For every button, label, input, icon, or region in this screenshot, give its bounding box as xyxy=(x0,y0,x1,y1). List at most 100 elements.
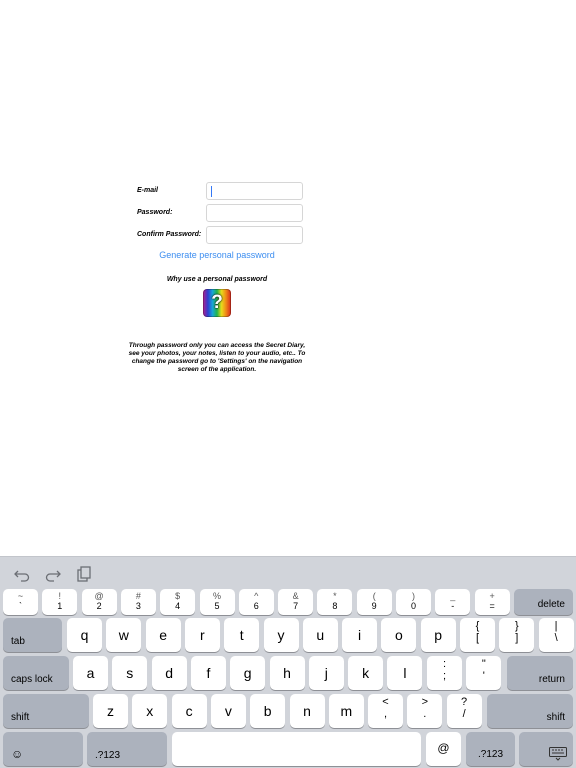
caps-lock-key[interactable]: caps lock xyxy=(3,656,69,690)
question-mark-glyph: ? xyxy=(211,292,223,313)
letter-key-t[interactable]: t xyxy=(224,618,260,652)
letter-key-n[interactable]: n xyxy=(289,694,325,728)
shift-left-key-label: shift xyxy=(11,712,30,723)
number-key-5[interactable]: % 5 xyxy=(199,589,235,615)
symbol-key-1[interactable]: }] xyxy=(499,618,535,652)
symbol-key-2[interactable]: | \ xyxy=(538,618,574,652)
redo-icon[interactable] xyxy=(45,566,61,582)
number-key-4[interactable]: $4 xyxy=(160,589,196,615)
at-key-label: @ xyxy=(437,741,450,755)
number-key-shift-label: % xyxy=(212,591,221,601)
at-key[interactable]: @ xyxy=(426,732,461,766)
number-key-label: 1 xyxy=(57,601,63,611)
letter-key-i[interactable]: i xyxy=(342,618,378,652)
letter-key-o[interactable]: o xyxy=(381,618,417,652)
letter-key-label: n xyxy=(303,703,311,719)
letter-key-v[interactable]: v xyxy=(210,694,246,728)
space-bar[interactable] xyxy=(172,732,421,766)
letter-key-b[interactable]: b xyxy=(250,694,286,728)
letter-key-q[interactable]: q xyxy=(67,618,102,652)
letter-key-j[interactable]: j xyxy=(308,656,344,690)
letter-key-label: t xyxy=(239,627,244,643)
emoji-key[interactable]: ☺ xyxy=(3,732,83,766)
letter-key-c[interactable]: c xyxy=(171,694,207,728)
letter-key-y[interactable]: y xyxy=(263,618,299,652)
shift-right-key[interactable]: shift xyxy=(487,694,573,728)
generate-password-link[interactable]: Generate personal password xyxy=(0,250,434,260)
letter-key-s[interactable]: s xyxy=(112,656,148,690)
email-field[interactable] xyxy=(206,182,303,200)
onscreen-keyboard: ~ `! 1 @2 #3 $4% 5 ^ 6 & 7 * 8(9) 0 _ - + = delete tab qw… xyxy=(0,556,576,768)
letter-key-label: z xyxy=(107,703,114,719)
return-key[interactable]: return xyxy=(507,656,573,690)
letter-key-h[interactable]: h xyxy=(269,656,305,690)
letter-key-u[interactable]: u xyxy=(302,618,338,652)
symbol-key-r4-1[interactable]: >. xyxy=(407,694,443,728)
symbol-key-shift-label: < xyxy=(382,696,389,708)
number-key-3[interactable]: #3 xyxy=(120,589,156,615)
paste-icon[interactable] xyxy=(76,566,92,582)
letter-key-f[interactable]: f xyxy=(190,656,226,690)
letter-key-l[interactable]: l xyxy=(387,656,423,690)
number-key-label: ` xyxy=(19,601,22,611)
symbol-key-r3-1[interactable]: " ' xyxy=(466,656,502,690)
caps-lock-key-label: caps lock xyxy=(11,674,53,685)
number-key-10[interactable]: ) 0 xyxy=(396,589,431,615)
symbol-key-r3-0[interactable]: :; xyxy=(427,656,462,690)
shift-left-key[interactable]: shift xyxy=(3,694,89,728)
symbol-key-shift-label: { xyxy=(475,620,480,632)
letter-key-k[interactable]: k xyxy=(348,656,384,690)
symbol-key-label: , xyxy=(383,708,388,720)
password-field[interactable] xyxy=(206,204,303,222)
letter-key-p[interactable]: p xyxy=(420,618,456,652)
letter-key-x[interactable]: x xyxy=(132,694,168,728)
letter-key-d[interactable]: d xyxy=(151,656,187,690)
symbol-key-r4-2[interactable]: ? / xyxy=(446,694,482,728)
number-key-shift-label: & xyxy=(292,591,299,601)
letter-key-g[interactable]: g xyxy=(230,656,266,690)
tab-key[interactable]: tab xyxy=(3,618,62,652)
undo-icon[interactable] xyxy=(14,566,30,582)
letter-key-label: x xyxy=(146,703,154,719)
number-key-6[interactable]: ^ 6 xyxy=(238,589,274,615)
confirm-password-field[interactable] xyxy=(206,226,303,244)
symbol-key-0[interactable]: {[ xyxy=(460,618,495,652)
number-key-8[interactable]: * 8 xyxy=(317,589,353,615)
letter-key-e[interactable]: e xyxy=(145,618,181,652)
number-key-2[interactable]: @2 xyxy=(81,589,117,615)
letter-key-label: s xyxy=(126,665,134,681)
number-key-shift-label: @ xyxy=(94,591,104,601)
help-icon[interactable]: ? xyxy=(203,289,231,317)
letter-key-label: r xyxy=(200,627,205,643)
letter-key-m[interactable]: m xyxy=(328,694,364,728)
letter-key-z[interactable]: z xyxy=(93,694,128,728)
letter-key-w[interactable]: w xyxy=(106,618,142,652)
letter-key-r[interactable]: r xyxy=(184,618,220,652)
letter-key-label: a xyxy=(86,665,95,681)
delete-key[interactable]: delete xyxy=(514,589,573,615)
number-key-0[interactable]: ~ ` xyxy=(3,589,38,615)
letter-key-label: k xyxy=(362,665,370,681)
number-key-shift-label: ) xyxy=(412,591,415,601)
letter-key-label: j xyxy=(324,665,328,681)
symbol-key-r4-0[interactable]: <, xyxy=(368,694,403,728)
keyboard-dismiss-icon xyxy=(549,747,567,761)
numbers-right-key[interactable]: .?123 xyxy=(466,732,515,766)
letter-key-label: b xyxy=(263,703,272,719)
letter-key-label: q xyxy=(80,627,89,643)
number-key-1[interactable]: ! 1 xyxy=(42,589,78,615)
number-key-12[interactable]: + = xyxy=(474,589,510,615)
dismiss-keyboard-key[interactable] xyxy=(519,732,573,766)
number-key-11[interactable]: _ - xyxy=(435,589,471,615)
number-key-shift-label: ~ xyxy=(17,591,24,601)
number-key-shift-label: # xyxy=(135,591,141,601)
number-key-label: 4 xyxy=(175,601,181,611)
email-label: E-mail xyxy=(137,187,159,194)
letter-key-a[interactable]: a xyxy=(73,656,108,690)
confirm-password-label: Confirm Password: xyxy=(137,231,202,238)
number-key-7[interactable]: & 7 xyxy=(278,589,314,615)
numbers-left-key[interactable]: .?123 xyxy=(87,732,167,766)
symbol-key-label: ' xyxy=(482,670,485,682)
number-key-label: 3 xyxy=(135,601,141,611)
number-key-9[interactable]: (9 xyxy=(356,589,392,615)
